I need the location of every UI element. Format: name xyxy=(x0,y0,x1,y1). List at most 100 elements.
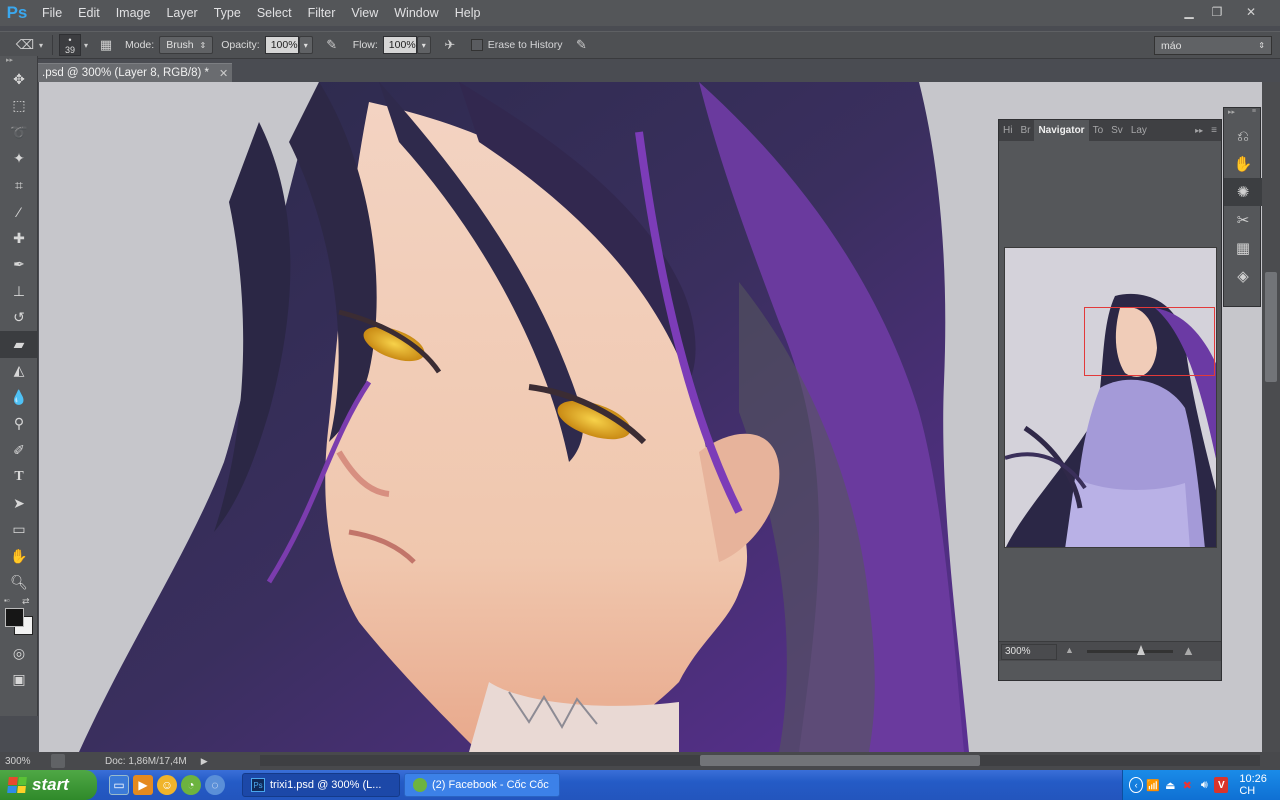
menu-layer[interactable]: Layer xyxy=(158,0,205,26)
tool-presets-icon[interactable]: ✂ xyxy=(1224,206,1262,234)
task-photoshop[interactable]: Ps trixi1.psd @ 300% (L... xyxy=(242,773,400,797)
blur-tool-icon[interactable]: 💧 xyxy=(0,384,38,411)
swap-colors-icon[interactable]: ⇄ xyxy=(22,596,30,607)
coccoc-browser-icon[interactable]: ◔ xyxy=(181,775,201,795)
dodge-tool-icon[interactable]: ⚲ xyxy=(0,411,38,438)
tab-navigator[interactable]: Navigator xyxy=(1034,120,1089,141)
navigator-view-box[interactable] xyxy=(1084,307,1215,376)
default-colors-icon[interactable]: ▪▫ xyxy=(4,596,10,605)
panel-menu-icon[interactable]: ≡ xyxy=(1207,125,1221,136)
document-tab[interactable]: .psd @ 300% (Layer 8, RGB/8) * ✕ xyxy=(38,63,233,82)
foreground-color-swatch[interactable] xyxy=(5,608,24,627)
vietkey-icon[interactable]: V xyxy=(1214,777,1229,793)
menu-image[interactable]: Image xyxy=(108,0,159,26)
healing-brush-tool-icon[interactable]: ✚ xyxy=(0,225,38,252)
menu-select[interactable]: Select xyxy=(249,0,300,26)
hand-tool-icon[interactable]: ✋ xyxy=(0,543,38,570)
workspace-select[interactable]: máo ⇕ xyxy=(1154,36,1272,55)
dock-menu-icon[interactable]: ≡ xyxy=(1252,108,1256,122)
pressure-opacity-icon[interactable]: ✎ xyxy=(321,35,343,55)
swatches-panel-icon[interactable]: ▦ xyxy=(1224,234,1262,262)
type-tool-icon[interactable]: T xyxy=(0,464,38,491)
opacity-dropdown-button[interactable]: ▾ xyxy=(298,36,313,54)
security-alert-icon[interactable]: ✖ xyxy=(1180,777,1194,793)
panel-expand-icon[interactable]: ▸▸ xyxy=(1191,126,1207,135)
safely-remove-icon[interactable]: ⏏ xyxy=(1163,777,1177,793)
navigator-preview[interactable] xyxy=(1004,247,1217,548)
volume-icon[interactable]: 🔊︎ xyxy=(1197,777,1211,793)
tray-back-arrow-icon[interactable]: ‹ xyxy=(1129,777,1144,793)
tab-swatches[interactable]: Sv xyxy=(1107,120,1127,141)
lasso-tool-icon[interactable]: ➰ xyxy=(0,119,38,146)
clone-stamp-tool-icon[interactable]: ⊥ xyxy=(0,278,38,305)
tools-collapse-icon[interactable]: ▸▸ xyxy=(0,56,37,66)
dock-expand-icon[interactable]: ▸▸ xyxy=(1228,108,1235,122)
path-selection-tool-icon[interactable]: ➤ xyxy=(0,490,38,517)
flow-dropdown-button[interactable]: ▾ xyxy=(416,36,431,54)
menu-edit[interactable]: Edit xyxy=(70,0,108,26)
tab-brush[interactable]: Br xyxy=(1016,120,1034,141)
close-document-icon[interactable]: ✕ xyxy=(219,67,228,80)
menu-file[interactable]: File xyxy=(34,0,70,26)
pressure-size-icon[interactable]: ✎ xyxy=(571,35,593,55)
layers-panel-icon[interactable]: ◈ xyxy=(1224,262,1262,290)
menu-filter[interactable]: Filter xyxy=(300,0,344,26)
paint-bucket-tool-icon[interactable]: ◭ xyxy=(0,358,38,385)
history-brush-tool-icon[interactable]: ↺ xyxy=(0,305,38,332)
horizontal-scroll-thumb[interactable] xyxy=(700,755,980,766)
media-player-icon[interactable]: ▶ xyxy=(133,775,153,795)
move-tool-icon[interactable]: ✥ xyxy=(0,66,38,93)
brush-panel-toggle-icon[interactable]: ▦ xyxy=(95,35,117,55)
erase-to-history-toggle[interactable]: Erase to History xyxy=(470,39,563,51)
network-icon[interactable]: 📶 xyxy=(1146,777,1160,793)
tab-history[interactable]: Hi xyxy=(999,120,1016,141)
app-launcher-icon[interactable]: ◌ xyxy=(205,775,225,795)
zoom-in-icon[interactable]: ▲ xyxy=(1182,643,1195,658)
mode-select[interactable]: Brush ⇕ xyxy=(159,36,214,54)
airbrush-icon[interactable]: ✈ xyxy=(439,35,461,55)
zoom-slider-track[interactable] xyxy=(1087,650,1173,653)
quick-mask-icon[interactable]: ◎ xyxy=(0,640,38,667)
zoom-out-icon[interactable]: ▲ xyxy=(1065,645,1074,655)
task-facebook-browser[interactable]: (2) Facebook - Cốc Cốc xyxy=(404,773,560,797)
status-menu-arrow-icon[interactable]: ▶ xyxy=(201,756,208,767)
history-panel-icon[interactable]: ⎌ xyxy=(1224,122,1262,150)
preset-dropdown-icon[interactable]: ▾ xyxy=(36,35,46,55)
eraser-tool-preset-icon[interactable]: ⌫ xyxy=(14,35,36,55)
flow-input[interactable]: 100% xyxy=(382,36,417,54)
pen-tool-icon[interactable]: ✐ xyxy=(0,437,38,464)
status-info-icon[interactable] xyxy=(51,754,65,768)
close-window-button[interactable]: ✕ xyxy=(1238,2,1264,22)
navigator-panel-icon[interactable]: ✺ xyxy=(1224,178,1262,206)
tab-layers[interactable]: Lay xyxy=(1127,120,1151,141)
horizontal-scrollbar[interactable] xyxy=(260,755,1260,766)
start-button[interactable]: start xyxy=(0,770,97,800)
brush-panel-icon[interactable]: ✋ xyxy=(1224,150,1262,178)
show-desktop-icon[interactable]: ▭ xyxy=(109,775,129,795)
crop-tool-icon[interactable]: ⌗ xyxy=(0,172,38,199)
brush-picker-chevron-icon[interactable]: ▾ xyxy=(81,35,91,55)
eraser-tool-icon[interactable]: ▰ xyxy=(0,331,38,358)
rectangle-tool-icon[interactable]: ▭ xyxy=(0,517,38,544)
menu-type[interactable]: Type xyxy=(206,0,249,26)
menu-view[interactable]: View xyxy=(343,0,386,26)
tab-tool-presets[interactable]: To xyxy=(1089,120,1108,141)
status-zoom[interactable]: 300% xyxy=(5,756,51,767)
screen-mode-icon[interactable]: ▣ xyxy=(0,667,38,694)
minimize-button[interactable]: ▁ xyxy=(1176,2,1202,22)
zoom-tool-icon[interactable]: 🔍︎ xyxy=(0,570,38,597)
navigator-zoom-input[interactable]: 300% xyxy=(1001,643,1057,660)
emoji-app-icon[interactable]: ☺ xyxy=(157,775,177,795)
vertical-scroll-thumb[interactable] xyxy=(1265,272,1277,382)
vertical-scrollbar[interactable] xyxy=(1262,82,1280,752)
marquee-tool-icon[interactable]: ⬚ xyxy=(0,93,38,120)
magic-wand-tool-icon[interactable]: ✦ xyxy=(0,146,38,173)
erase-to-history-checkbox[interactable] xyxy=(470,39,483,51)
eyedropper-tool-icon[interactable]: ⁄ xyxy=(0,199,38,226)
menu-help[interactable]: Help xyxy=(447,0,489,26)
menu-window[interactable]: Window xyxy=(386,0,446,26)
restore-button[interactable]: ❐ xyxy=(1204,2,1230,22)
brush-tool-icon[interactable]: ✒ xyxy=(0,252,38,279)
brush-size-picker[interactable]: • 39 xyxy=(59,34,81,56)
opacity-input[interactable]: 100% xyxy=(264,36,299,54)
